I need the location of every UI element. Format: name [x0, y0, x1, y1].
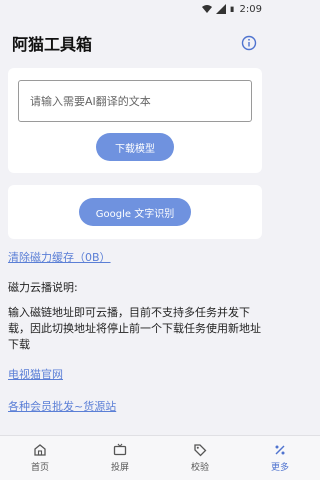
- translate-card: 请输入需要AI翻译的文本 下载模型: [8, 68, 262, 173]
- nav-label-home: 首页: [30, 463, 49, 473]
- wifi-icon: [201, 5, 212, 13]
- nav-item-home[interactable]: 首页: [0, 436, 80, 480]
- info-button[interactable]: [240, 34, 258, 52]
- google-ocr-button[interactable]: Google 文字识别: [79, 198, 191, 226]
- info-icon: [241, 35, 257, 51]
- battery-icon: [230, 6, 234, 12]
- nav-label-cast: 投屏: [110, 463, 129, 473]
- nav-label-verify: 校验: [190, 463, 209, 473]
- tv-icon: [113, 443, 127, 456]
- tag-icon: [194, 444, 207, 457]
- nav-item-verify[interactable]: 校验: [160, 436, 240, 480]
- translate-placeholder: 请输入需要AI翻译的文本: [30, 95, 151, 108]
- nav-item-more[interactable]: 更多: [240, 436, 320, 480]
- status-time: 2:09: [239, 3, 262, 15]
- magnet-description: 输入磁链地址即可云播，目前不支持多任务并发下载，因此切换地址将停止前一个下载任务…: [8, 306, 261, 351]
- home-icon: [34, 444, 46, 456]
- bottom-nav: 首页 投屏 校验 更多: [0, 435, 320, 480]
- percent-icon: [275, 445, 285, 455]
- ocr-card: Google 文字识别: [8, 185, 262, 239]
- official-site-link[interactable]: 电视猫官网: [8, 367, 262, 383]
- download-model-button[interactable]: 下载模型: [96, 133, 174, 161]
- nav-label-more: 更多: [270, 463, 289, 473]
- signal-icon: [215, 4, 226, 14]
- nav-item-cast[interactable]: 投屏: [80, 436, 160, 480]
- app-title: 阿猫工具箱: [12, 35, 93, 54]
- wholesale-link[interactable]: 各种会员批发~货源站: [8, 399, 262, 415]
- status-bar: 2:09: [0, 0, 270, 18]
- translate-input[interactable]: 请输入需要AI翻译的文本: [18, 80, 252, 122]
- clear-cache-link[interactable]: 清除磁力缓存（0B）: [8, 249, 262, 267]
- app-bar: 阿猫工具箱: [0, 18, 270, 68]
- magnet-title: 磁力云播说明:: [8, 281, 78, 294]
